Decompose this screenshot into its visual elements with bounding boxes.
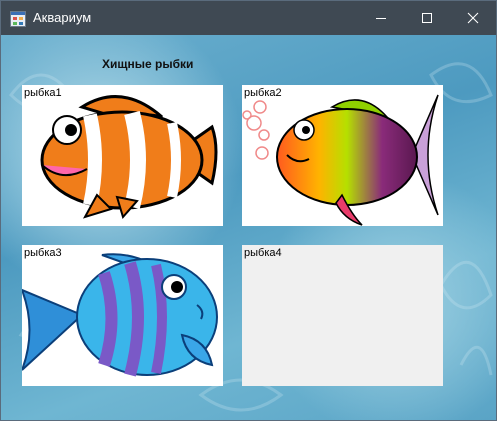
fish-label: рыбка4	[244, 247, 282, 259]
aquarium-window: Аквариум Хищные рыбки рыбка1 рыбка2 рыбк…	[0, 0, 497, 421]
fish-label: рыбка2	[244, 87, 282, 99]
maximize-button[interactable]	[404, 1, 450, 35]
window-title: Аквариум	[33, 10, 92, 25]
fish-panel-4[interactable]: рыбка4	[242, 245, 443, 386]
maximize-icon	[422, 13, 432, 23]
fish-panel-2[interactable]: рыбка2	[242, 85, 443, 226]
minimize-icon	[376, 18, 386, 19]
fish-label: рыбка3	[24, 247, 62, 259]
close-button[interactable]	[450, 1, 496, 35]
close-icon	[467, 12, 479, 24]
minimize-button[interactable]	[358, 1, 404, 35]
fish-panel-3[interactable]: рыбка3	[22, 245, 223, 386]
section-heading: Хищные рыбки	[102, 57, 194, 71]
striped-blue-fish-picture	[22, 253, 218, 377]
fish-label: рыбка1	[24, 87, 62, 99]
clownfish-picture	[40, 95, 218, 220]
form-client-area: Хищные рыбки рыбка1 рыбка2 рыбка3 рыбка4	[1, 35, 496, 420]
app-form-icon	[10, 11, 26, 27]
title-bar[interactable]: Аквариум	[1, 1, 496, 35]
rainbow-fish-picture	[242, 94, 439, 226]
fish-panel-1[interactable]: рыбка1	[22, 85, 223, 226]
